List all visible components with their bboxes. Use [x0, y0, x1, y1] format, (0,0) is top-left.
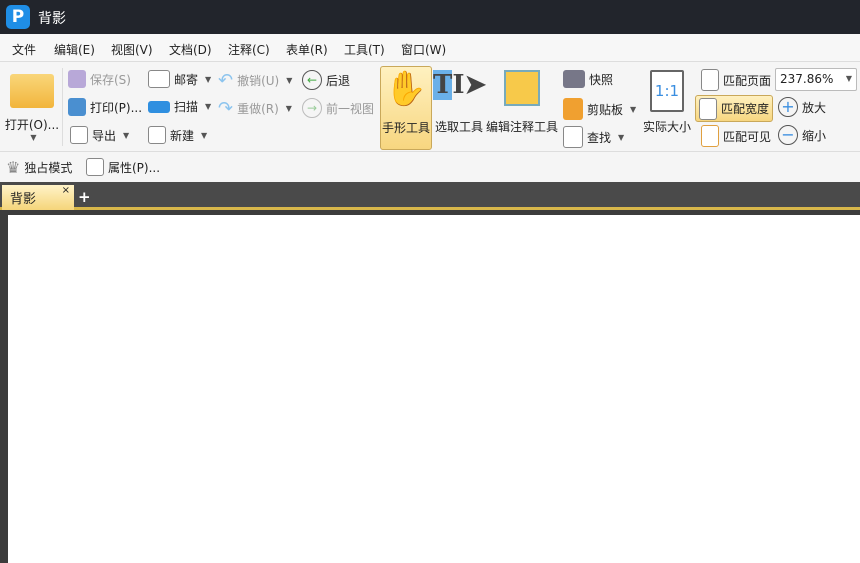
fit-page-icon	[701, 69, 719, 91]
find-binoculars-icon	[563, 126, 583, 148]
mail-button[interactable]: 邮寄 ▼	[148, 70, 211, 88]
new-button[interactable]: 新建 ▼	[148, 126, 207, 144]
export-icon	[70, 126, 88, 144]
fit-visible-icon	[701, 125, 719, 147]
menu-view[interactable]: 视图(V)	[111, 41, 153, 58]
exclusive-mode-button[interactable]: ♛ 独占模式	[6, 158, 72, 177]
menu-window[interactable]: 窗口(W)	[401, 41, 446, 58]
fit-visible-button[interactable]: 匹配可见	[698, 125, 774, 147]
printer-icon	[68, 98, 86, 116]
menu-comment[interactable]: 注释(C)	[228, 41, 270, 58]
chevron-down-icon: ▼	[30, 133, 37, 142]
document-area	[0, 210, 860, 563]
menu-document[interactable]: 文档(D)	[169, 41, 212, 58]
properties-icon	[86, 158, 104, 176]
title-bar: P 背影	[0, 0, 860, 34]
window-title: 背影	[38, 11, 66, 27]
select-tool-button[interactable]: TI➤ 选取工具	[433, 70, 487, 135]
actual-size-icon: 1:1	[650, 70, 684, 112]
text-select-icon: TI➤	[433, 70, 487, 100]
menu-bar: 文件 编辑(E) 视图(V) 文档(D) 注释(C) 表单(R) 工具(T) 窗…	[0, 34, 860, 62]
back-arrow-icon: ←	[302, 70, 322, 90]
tab-document[interactable]: 背影 ×	[2, 185, 74, 210]
zoom-in-button[interactable]: + 放大	[778, 97, 826, 117]
fit-width-button[interactable]: 匹配宽度	[695, 95, 774, 122]
undo-button[interactable]: ↶ 撤销(U) ▼	[218, 70, 292, 91]
annotation-icon	[504, 70, 540, 106]
fit-page-button[interactable]: 匹配页面	[698, 69, 774, 91]
close-tab-icon[interactable]: ×	[62, 185, 70, 196]
new-tab-button[interactable]: +	[78, 188, 91, 206]
menu-tools[interactable]: 工具(T)	[344, 41, 385, 58]
actual-size-button[interactable]: 1:1 实际大小	[642, 70, 692, 135]
tab-bar: 背影 × +	[0, 182, 860, 210]
new-document-icon	[148, 126, 166, 144]
redo-icon: ↷	[218, 98, 234, 119]
export-button[interactable]: 导出 ▼	[70, 126, 129, 144]
forward-arrow-icon: →	[302, 98, 322, 118]
hand-tool-button[interactable]: ✋ 手形工具	[380, 66, 432, 150]
redo-button[interactable]: ↷ 重做(R) ▼	[218, 98, 292, 119]
secondary-toolbar: ♛ 独占模式 属性(P)...	[0, 153, 860, 182]
print-button[interactable]: 打印(P)...	[68, 98, 142, 116]
menu-file[interactable]: 文件	[12, 41, 36, 58]
scan-button[interactable]: 扫描 ▼	[148, 98, 211, 115]
floppy-icon	[68, 70, 86, 88]
open-button[interactable]: 打开(O)... ▼	[4, 70, 60, 142]
snapshot-button[interactable]: 快照	[563, 70, 613, 88]
find-button[interactable]: 查找 ▼	[563, 126, 624, 148]
crown-icon: ♛	[6, 158, 21, 177]
envelope-icon	[148, 70, 170, 88]
previous-view-button[interactable]: → 前一视图	[302, 98, 374, 118]
chevron-down-icon: ▼	[845, 74, 852, 83]
camera-icon	[563, 70, 585, 88]
menu-edit[interactable]: 编辑(E)	[54, 41, 95, 58]
fit-width-icon	[699, 97, 717, 120]
app-logo-icon: P	[6, 5, 30, 29]
zoom-level-select[interactable]: 237.86% ▼	[775, 68, 857, 91]
menu-form[interactable]: 表单(R)	[286, 41, 328, 58]
plus-circle-icon: +	[778, 97, 798, 117]
zoom-out-button[interactable]: − 缩小	[778, 125, 826, 145]
save-button[interactable]: 保存(S)	[68, 70, 131, 88]
edit-annotation-tool-button[interactable]: 编辑注释工具	[486, 70, 558, 135]
clipboard-button[interactable]: 剪贴板 ▼	[563, 98, 636, 120]
scanner-icon	[148, 100, 170, 113]
folder-icon	[10, 74, 54, 108]
document-page[interactable]	[8, 215, 860, 563]
clipboard-icon	[563, 98, 583, 120]
back-button[interactable]: ← 后退	[302, 70, 350, 90]
hand-icon: ✋	[384, 69, 428, 109]
undo-icon: ↶	[218, 70, 234, 91]
properties-button[interactable]: 属性(P)...	[86, 158, 160, 176]
minus-circle-icon: −	[778, 125, 798, 145]
